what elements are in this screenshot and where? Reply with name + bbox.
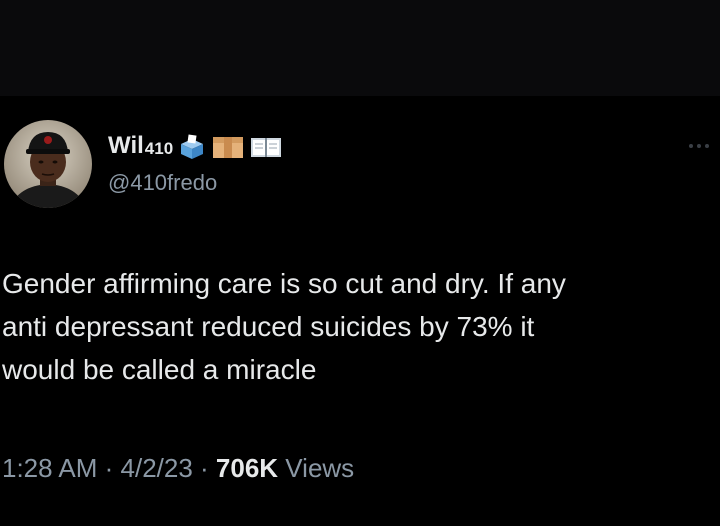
views-count[interactable]: 706K — [216, 453, 278, 483]
tweet-time[interactable]: 1:28 AM — [2, 453, 97, 483]
more-options-button[interactable] — [684, 136, 714, 156]
tweet-date[interactable]: 4/2/23 — [121, 453, 193, 483]
author-handle[interactable]: @410fredo — [108, 170, 217, 196]
more-options-icon — [689, 144, 693, 148]
tweet-meta: 1:28 AM · 4/2/23 · 706K Views — [2, 452, 354, 484]
meta-separator: · — [97, 453, 121, 483]
more-options-icon — [705, 144, 709, 148]
open-book-icon — [249, 134, 283, 160]
ballot-box-icon — [177, 134, 207, 160]
display-name-suffix[interactable]: 410 — [145, 138, 173, 160]
meta-separator: · — [192, 453, 216, 483]
package-icon — [211, 134, 245, 160]
more-options-icon — [697, 144, 701, 148]
display-name[interactable]: Wil — [108, 132, 144, 160]
top-band — [0, 0, 720, 96]
author-name-row[interactable]: Wil 410 — [108, 126, 283, 160]
views-label: Views — [278, 453, 355, 483]
tweet-card[interactable]: Wil 410 @410fredo Gender affirming care … — [0, 96, 720, 526]
avatar[interactable] — [4, 120, 92, 208]
tweet-text: Gender affirming care is so cut and dry.… — [2, 268, 566, 385]
